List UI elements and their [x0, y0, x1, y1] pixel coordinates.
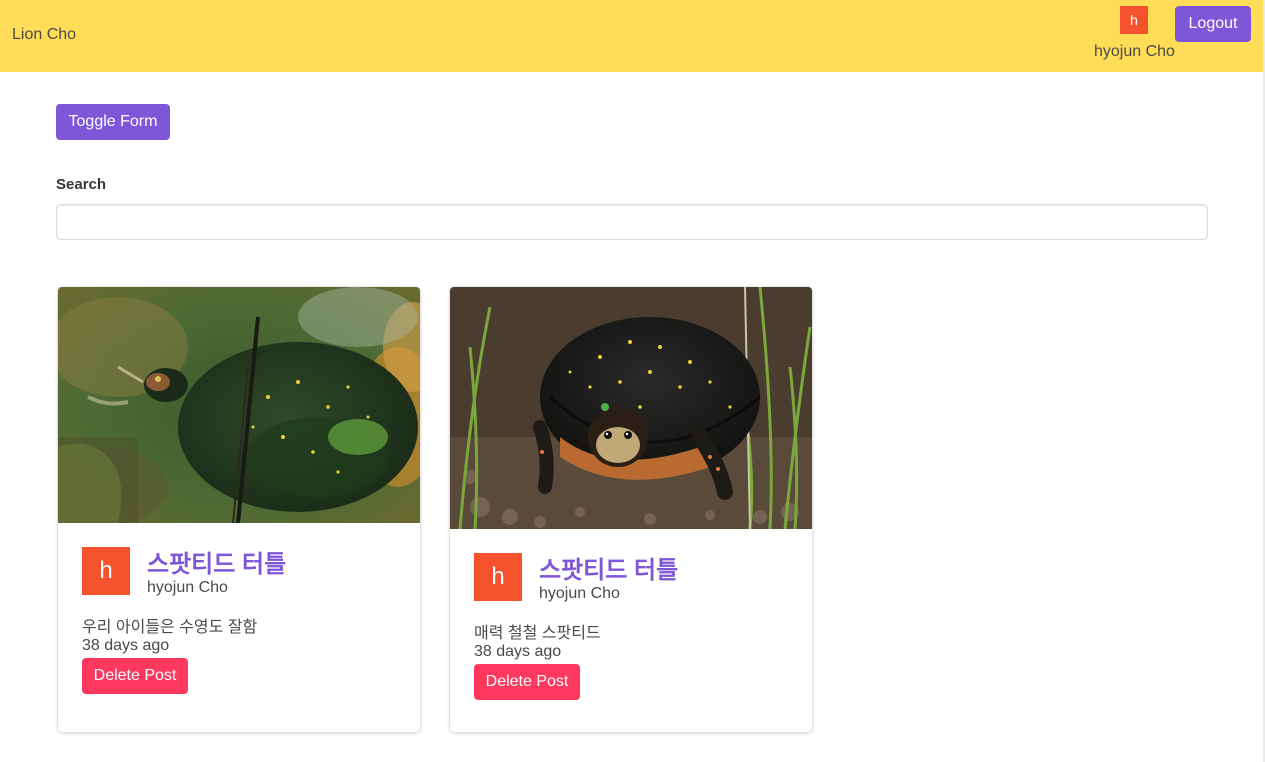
user-name: hyojun Cho — [1094, 43, 1175, 60]
post-body: 우리 아이들은 수영도 잘함 — [82, 619, 258, 636]
post-body: 매력 철철 스팟티드 — [474, 625, 601, 642]
post-title[interactable]: 스팟티드 터틀 — [147, 544, 286, 579]
delete-post-button[interactable]: Delete Post — [474, 664, 580, 700]
navbar: Lion Cho h hyojun Cho Logout — [0, 0, 1265, 72]
post-timestamp: 38 days ago — [474, 643, 562, 660]
post-timestamp: 38 days ago — [82, 637, 170, 654]
post-image — [450, 287, 812, 529]
post-avatar: h — [82, 547, 130, 595]
nav-user[interactable]: h hyojun Cho — [1090, 6, 1178, 66]
post-card: h 스팟티드 터틀 hyojun Cho 우리 아이들은 수영도 잘함 38 d… — [58, 287, 420, 732]
post-author: hyojun Cho — [147, 579, 228, 596]
search-input[interactable] — [56, 204, 1208, 240]
brand-link[interactable]: Lion Cho — [12, 26, 76, 44]
post-image — [58, 287, 420, 523]
delete-post-button[interactable]: Delete Post — [82, 658, 188, 694]
post-avatar: h — [474, 553, 522, 601]
post-title[interactable]: 스팟티드 터틀 — [539, 550, 678, 585]
toggle-form-button[interactable]: Toggle Form — [56, 104, 170, 140]
post-card: h 스팟티드 터틀 hyojun Cho 매력 철철 스팟티드 38 days … — [450, 287, 812, 732]
user-avatar[interactable]: h — [1120, 6, 1148, 34]
spotted-turtle-on-ground-photo — [450, 287, 812, 529]
search-label: Search — [56, 176, 107, 193]
post-author: hyojun Cho — [539, 585, 620, 602]
logout-button[interactable]: Logout — [1175, 6, 1251, 42]
turtle-swimming-photo — [58, 287, 420, 523]
